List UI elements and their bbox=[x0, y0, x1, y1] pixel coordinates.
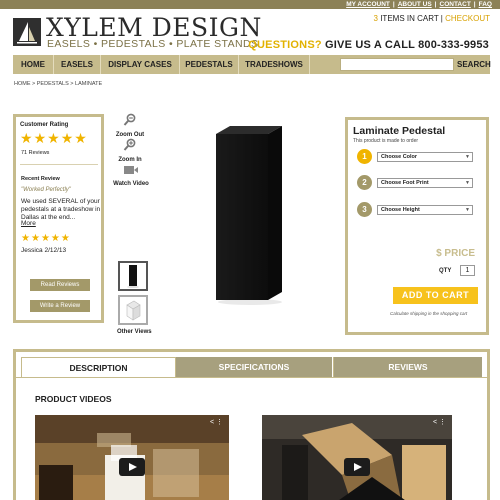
thumbnail-front[interactable] bbox=[118, 261, 148, 291]
height-select-value: Choose Height bbox=[381, 207, 420, 213]
product-image[interactable] bbox=[210, 122, 290, 307]
nav-display-cases[interactable]: DISPLAY CASES bbox=[101, 55, 179, 74]
top-link-separator: | bbox=[434, 1, 437, 8]
video-player-2[interactable]: < ⋮ bbox=[262, 415, 452, 500]
tab-divider bbox=[16, 377, 487, 378]
logo-sail-icon[interactable] bbox=[13, 18, 41, 46]
chevron-down-icon: ▼ bbox=[465, 180, 470, 186]
star-icon: ★ bbox=[47, 130, 60, 146]
nav-pedestals[interactable]: PEDESTALS bbox=[180, 55, 238, 74]
qty-input[interactable]: 1 bbox=[460, 265, 475, 276]
review-author: Jessica 2/12/13 bbox=[21, 247, 67, 254]
chevron-down-icon: ▼ bbox=[465, 207, 470, 213]
thumbnail-alt[interactable] bbox=[118, 295, 148, 325]
play-icon[interactable] bbox=[344, 458, 370, 476]
price-label: $ PRICE bbox=[436, 248, 475, 259]
write-review-button[interactable]: Write a Review bbox=[30, 300, 90, 312]
top-link-separator: | bbox=[392, 1, 395, 8]
zoom-in-icon bbox=[123, 138, 136, 151]
my-account-link[interactable]: MY ACCOUNT bbox=[346, 0, 390, 9]
share-icon[interactable]: < ⋮ bbox=[210, 418, 223, 426]
product-videos-title: PRODUCT VIDEOS bbox=[35, 394, 112, 404]
watch-video-label[interactable]: Watch Video bbox=[112, 181, 150, 187]
read-reviews-button[interactable]: Read Reviews bbox=[30, 279, 90, 291]
step-2-badge: 2 bbox=[357, 175, 372, 190]
star-icon: ★ bbox=[30, 233, 40, 244]
chevron-down-icon: ▼ bbox=[465, 154, 470, 160]
questions-label: QUESTIONS? bbox=[248, 39, 322, 51]
cart-status: 3 ITEMS IN CART | CHECKOUT bbox=[374, 14, 490, 23]
play-icon[interactable] bbox=[119, 458, 145, 476]
cart-label[interactable]: ITEMS IN CART | bbox=[378, 14, 445, 23]
product-title: Laminate Pedestal bbox=[353, 125, 446, 137]
other-views-label: Other Views bbox=[117, 329, 152, 335]
tab-reviews[interactable]: REVIEWS bbox=[333, 357, 482, 377]
review-count[interactable]: 71 Reviews bbox=[21, 150, 49, 156]
star-icon: ★ bbox=[60, 233, 70, 244]
nav-tradeshows[interactable]: TRADESHOWS bbox=[239, 55, 309, 74]
nav-divider bbox=[309, 55, 310, 74]
star-icon: ★ bbox=[74, 130, 87, 146]
about-us-link[interactable]: ABOUT US bbox=[398, 0, 432, 9]
star-icon: ★ bbox=[21, 233, 30, 244]
call-label: GIVE US A CALL 800-333-9953 bbox=[321, 39, 489, 51]
video-camera-icon bbox=[124, 166, 138, 174]
top-links: MY ACCOUNT | ABOUT US | CONTACT | FAQ bbox=[346, 0, 492, 9]
tab-description[interactable]: DESCRIPTION bbox=[21, 357, 176, 377]
review-more-link[interactable]: More bbox=[21, 220, 36, 227]
brand-tagline: EASELS • PEDESTALS • PLATE STANDS bbox=[47, 38, 259, 50]
share-icon[interactable]: < ⋮ bbox=[433, 418, 446, 426]
product-subtitle: This product is made to order bbox=[353, 138, 419, 144]
nav-easels[interactable]: EASELS bbox=[54, 55, 100, 74]
star-icon: ★ bbox=[20, 130, 33, 146]
product-tabs: DESCRIPTION SPECIFICATIONS REVIEWS PRODU… bbox=[13, 349, 490, 500]
review-quote: "Worked Perfectly" bbox=[21, 187, 71, 193]
star-icon: ★ bbox=[60, 130, 74, 146]
rating-panel: Customer Rating ★ ★ ★ ★ ★ 71 Reviews Rec… bbox=[13, 114, 104, 323]
review-body: We used SEVERAL of your pedestals at a t… bbox=[21, 198, 101, 221]
rating-stars: ★ ★ ★ ★ ★ bbox=[20, 131, 87, 145]
faq-link[interactable]: FAQ bbox=[479, 0, 492, 9]
color-select-value: Choose Color bbox=[381, 154, 418, 160]
top-link-separator: | bbox=[473, 1, 476, 8]
zoom-out-icon bbox=[123, 113, 136, 126]
phone-callout: QUESTIONS? GIVE US A CALL 800-333-9953 bbox=[248, 39, 489, 51]
qty-label: QTY bbox=[439, 268, 452, 274]
checkout-link[interactable]: CHECKOUT bbox=[445, 14, 490, 23]
recent-review-label: Recent Review bbox=[21, 176, 60, 182]
search-button[interactable]: SEARCH bbox=[457, 58, 491, 71]
nav-home[interactable]: HOME bbox=[13, 55, 53, 74]
star-icon: ★ bbox=[40, 233, 50, 244]
review-stars: ★ ★ ★ ★ ★ bbox=[21, 234, 70, 244]
customer-rating-title: Customer Rating bbox=[20, 122, 69, 128]
step-3-badge: 3 bbox=[357, 202, 372, 217]
zoom-in-tool[interactable]: Zoom In bbox=[114, 138, 146, 163]
star-icon: ★ bbox=[50, 233, 60, 244]
add-to-cart-button[interactable]: ADD TO CART bbox=[393, 287, 478, 304]
color-select[interactable]: Choose Color ▼ bbox=[377, 152, 473, 162]
step-1-badge: 1 bbox=[357, 149, 372, 164]
tab-specifications[interactable]: SPECIFICATIONS bbox=[176, 357, 332, 377]
shipping-note[interactable]: Calculate shipping in the shopping cart bbox=[390, 311, 467, 316]
watch-video-tool[interactable]: Watch Video bbox=[112, 163, 150, 187]
contact-link[interactable]: CONTACT bbox=[440, 0, 471, 9]
breadcrumb[interactable]: HOME > PEDESTALS > LAMINATE bbox=[14, 81, 102, 87]
height-select[interactable]: Choose Height ▼ bbox=[377, 205, 473, 215]
search-input[interactable] bbox=[340, 58, 454, 71]
divider bbox=[20, 164, 98, 165]
video-player-1[interactable]: < ⋮ bbox=[35, 415, 229, 500]
order-panel: Laminate Pedestal This product is made t… bbox=[345, 117, 489, 335]
star-icon: ★ bbox=[33, 130, 47, 146]
footprint-select[interactable]: Choose Foot Print ▼ bbox=[377, 178, 473, 188]
footprint-select-value: Choose Foot Print bbox=[381, 180, 429, 186]
zoom-out-tool[interactable]: Zoom Out bbox=[114, 113, 146, 138]
